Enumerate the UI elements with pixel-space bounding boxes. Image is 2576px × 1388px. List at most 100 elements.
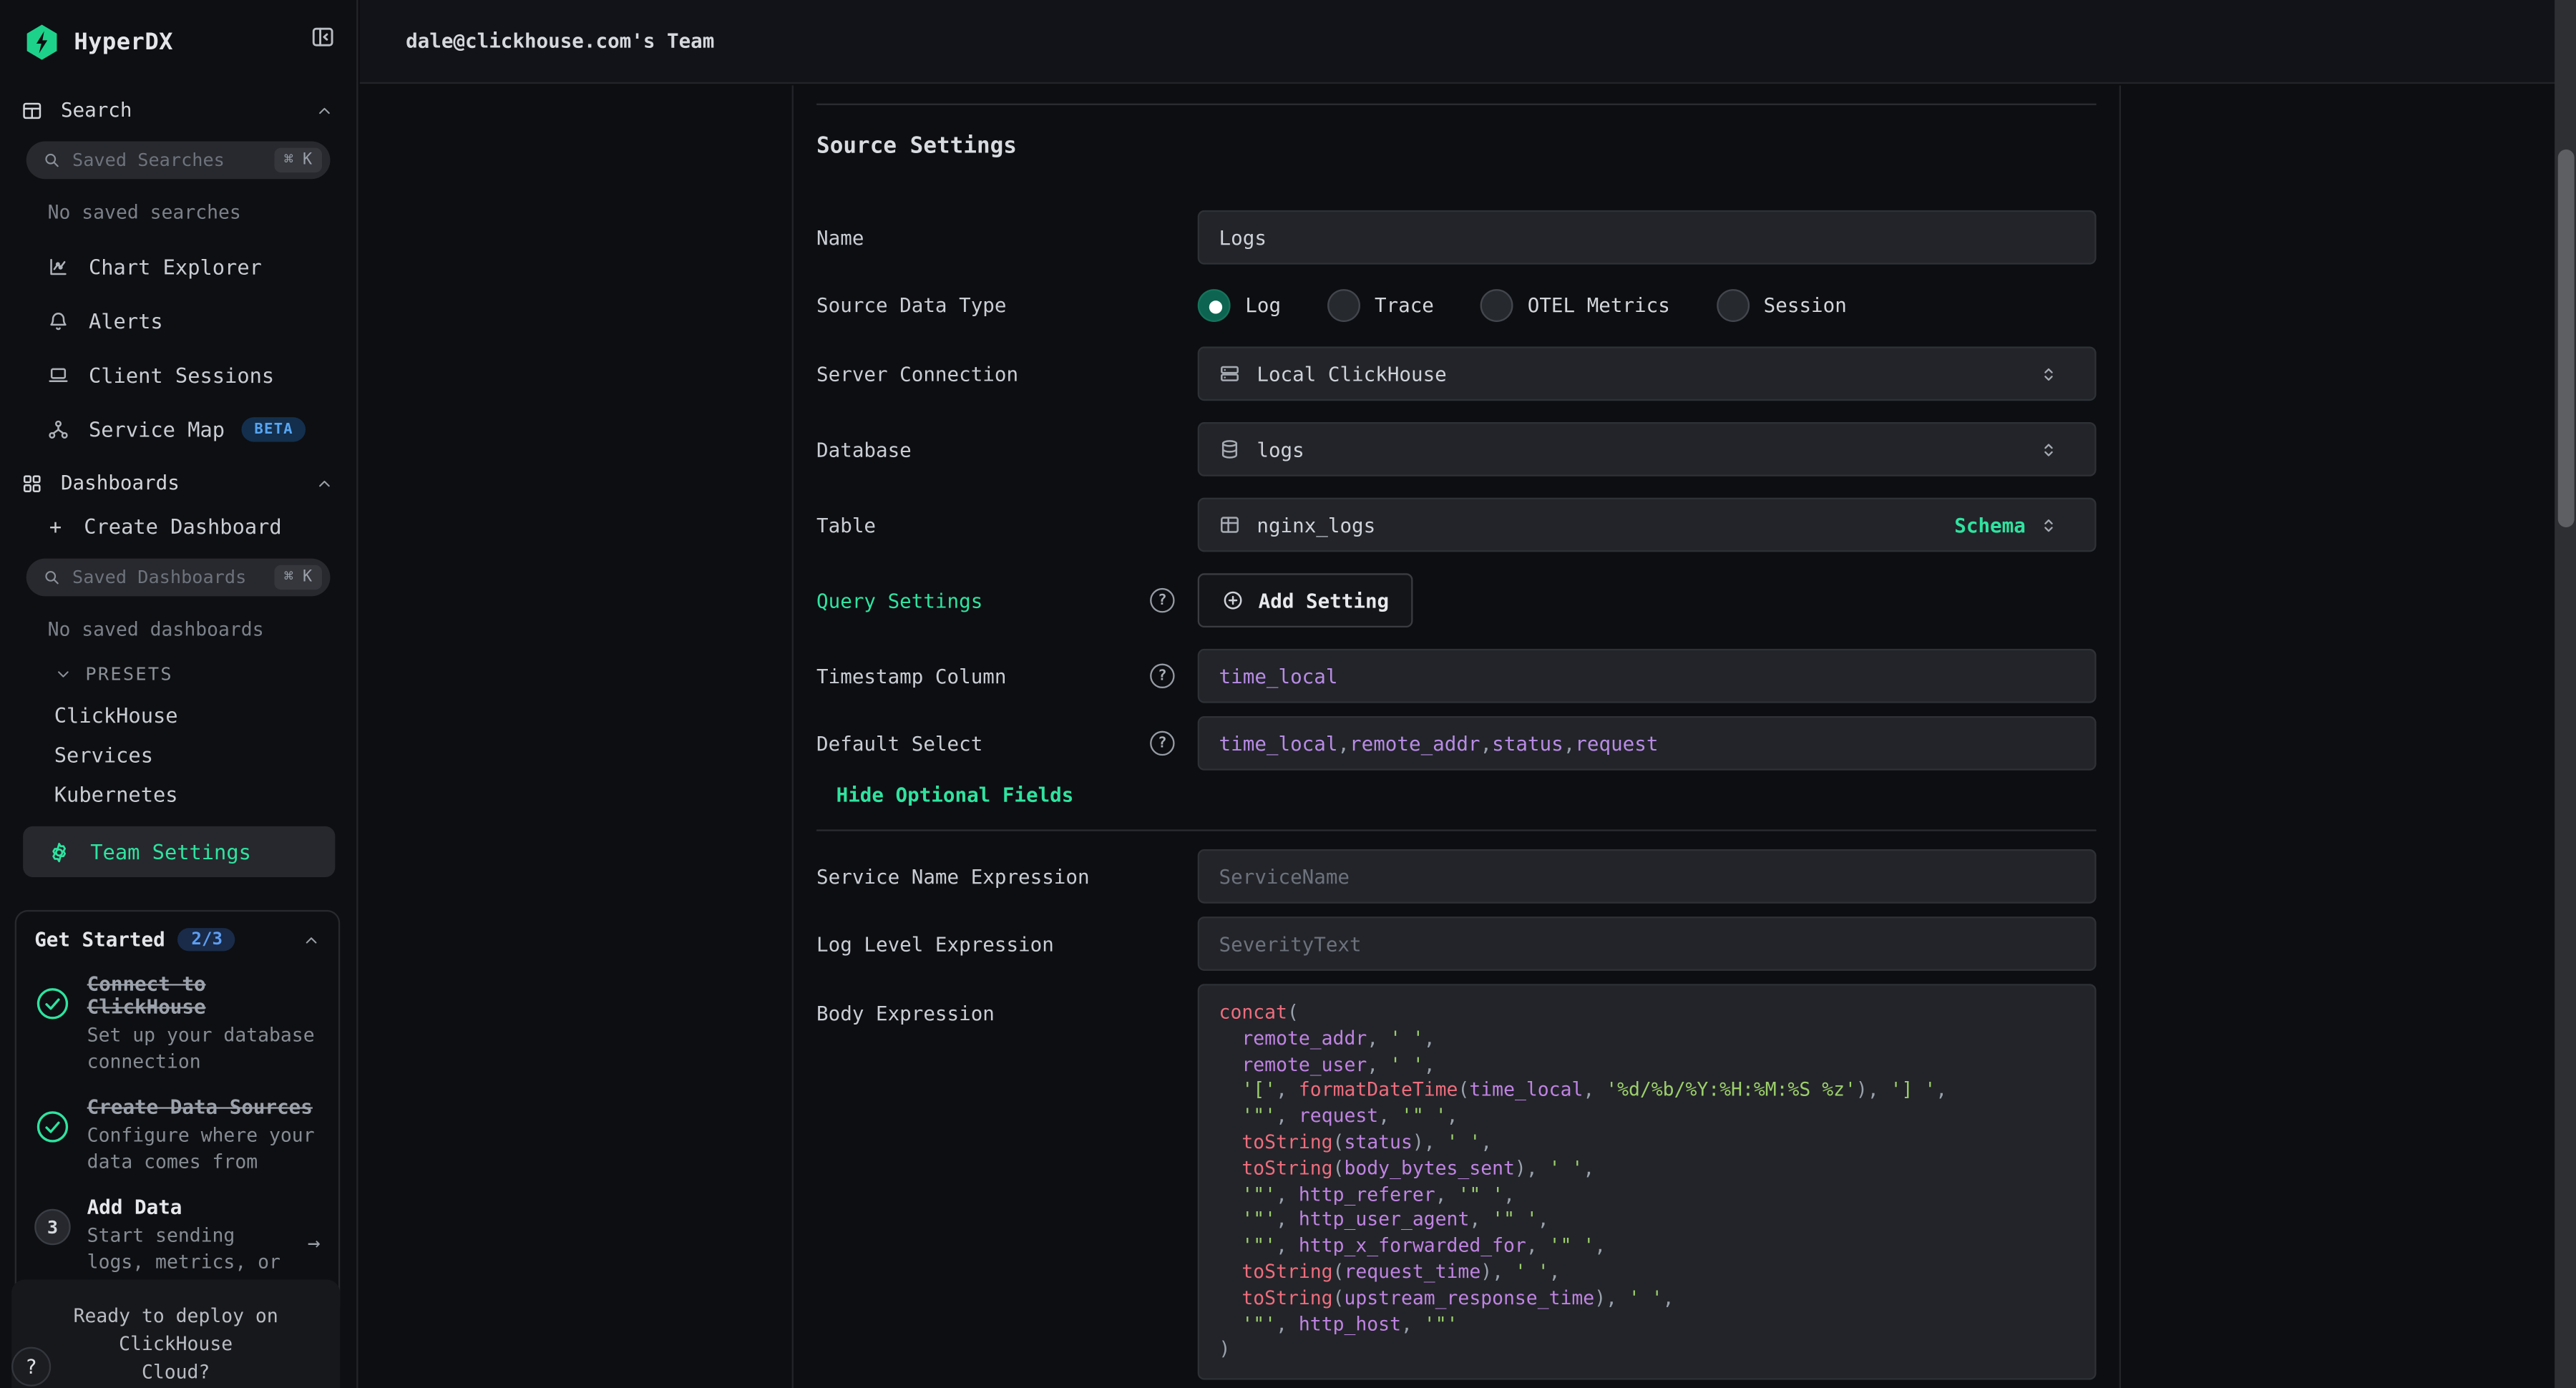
table-select[interactable]: nginx_logsSchema — [1198, 498, 2097, 552]
preset-item-clickhouse[interactable]: ClickHouse — [0, 695, 356, 734]
field-label-cell: Service Name Expression — [816, 865, 1198, 888]
radio-unselected[interactable] — [1480, 289, 1513, 322]
saved-dashboards-placeholder: Saved Dashboards — [72, 567, 274, 588]
form-row-body-expression: Body Expression concat( remote_addr, ' ',… — [816, 984, 2097, 1380]
code-content: concat( remote_addr, ' ', remote_user, '… — [1219, 1000, 2075, 1364]
sidebar-item-alerts[interactable]: Alerts — [0, 294, 356, 348]
saved-dashboards-input[interactable]: Saved Dashboards ⌘ K — [26, 559, 331, 597]
scrollbar-thumb[interactable] — [2557, 150, 2574, 527]
app-title: HyperDX — [74, 29, 173, 55]
progress-badge: 2/3 — [178, 928, 235, 951]
field-label: Source Data Type — [816, 294, 1175, 317]
page-title: Source Settings — [816, 133, 2097, 160]
chart-icon — [48, 256, 69, 278]
radio-unselected[interactable] — [1716, 289, 1749, 322]
field-label: Body Expression — [816, 1002, 1175, 1025]
radio-option-session[interactable]: Session — [1716, 289, 1847, 322]
cloud-cta-text-line2: Cloud? — [31, 1359, 321, 1387]
presets-header[interactable]: PRESETS — [54, 664, 356, 685]
source-settings-panel: Source Settings NameLogs Source Data Type… — [792, 85, 2121, 1388]
team-settings-label: Team Settings — [90, 839, 251, 864]
sidebar-item-service-map[interactable]: Service MapBETA — [0, 402, 356, 456]
sidebar-section-search[interactable]: Search — [21, 99, 333, 122]
plus-icon: + — [49, 514, 62, 539]
radio-label: OTEL Metrics — [1528, 294, 1670, 317]
saved-searches-input[interactable]: Saved Searches ⌘ K — [26, 141, 331, 179]
timestamp-column-input[interactable]: time_local — [1198, 649, 2097, 703]
database-select[interactable]: logs — [1198, 422, 2097, 476]
bell-icon — [48, 311, 69, 332]
create-dashboard-button[interactable]: + Create Dashboard — [49, 514, 356, 539]
chevron-up-icon — [316, 101, 333, 119]
radio-option-trace[interactable]: Trace — [1327, 289, 1434, 322]
body-expression-editor[interactable]: concat( remote_addr, ' ', remote_user, '… — [1198, 984, 2097, 1380]
default-select-input[interactable]: time_local, remote_addr, status, request — [1198, 716, 2097, 771]
field-label-cell: Log Level Expression — [816, 932, 1198, 955]
get-started-step-connect-to-clickhouse[interactable]: Connect to ClickHouseSet up your databas… — [34, 972, 320, 1074]
step-text: Create Data SourcesConfigure where your … — [87, 1095, 321, 1174]
field-control: time_local — [1198, 649, 2097, 703]
preset-label: ClickHouse — [54, 702, 178, 726]
preset-item-services[interactable]: Services — [0, 734, 356, 773]
step-title: Create Data Sources — [87, 1095, 321, 1118]
get-started-header[interactable]: Get Started 2/3 — [34, 928, 320, 951]
field-control: time_local, remote_addr, status, request — [1198, 716, 2097, 771]
field-label: Timestamp Column — [816, 665, 1150, 688]
sidebar-item-client-sessions[interactable]: Client Sessions — [0, 348, 356, 403]
sidebar-item-chart-explorer[interactable]: Chart Explorer — [0, 240, 356, 294]
sidebar-section-dashboards[interactable]: Dashboards — [21, 471, 333, 494]
radio-label: Session — [1764, 294, 1847, 317]
log-level-expression-input[interactable]: SeverityText — [1198, 917, 2097, 971]
get-started-card: Get Started 2/3 Connect to ClickHouseSet… — [15, 910, 341, 1319]
form-row-database: Databaselogs — [816, 422, 2097, 476]
sidebar-item-team-settings[interactable]: Team Settings — [23, 826, 335, 877]
help-icon[interactable]: ? — [1150, 664, 1174, 688]
add-setting-button[interactable]: Add Setting — [1198, 573, 1414, 627]
get-started-step-create-data-sources[interactable]: Create Data SourcesConfigure where your … — [34, 1095, 320, 1174]
field-label-cell: Database — [816, 438, 1198, 461]
hide-optional-fields-link[interactable]: Hide Optional Fields — [836, 783, 2097, 806]
form-row-query-settings: Query Settings?Add Setting — [816, 573, 2097, 627]
field-control: Logs — [1198, 210, 2097, 265]
no-saved-searches-note: No saved searches — [48, 200, 357, 223]
field-label: Server Connection — [816, 362, 1175, 385]
help-icon[interactable]: ? — [1150, 588, 1174, 612]
select-value: nginx_logs — [1257, 513, 1954, 536]
field-label-cell: Source Data Type — [816, 294, 1198, 317]
laptop-icon — [48, 365, 69, 386]
form-row-service-name-expression: Service Name ExpressionServiceName — [816, 849, 2097, 904]
help-button[interactable]: ? — [11, 1347, 51, 1387]
grid-icon — [21, 472, 43, 494]
field-label: Table — [816, 513, 1175, 536]
radio-unselected[interactable] — [1327, 289, 1360, 322]
help-icon[interactable]: ? — [1150, 731, 1174, 756]
field-label-cell: Server Connection — [816, 362, 1198, 385]
saved-searches-kbd: ⌘ K — [274, 148, 322, 172]
sidebar-collapse-button[interactable] — [311, 24, 335, 49]
panel-top-rule — [816, 104, 2097, 105]
preset-item-kubernetes[interactable]: Kubernetes — [0, 773, 356, 813]
scrollbar-track[interactable] — [2555, 0, 2576, 1388]
field-label-cell: Body Expression — [816, 984, 1198, 1025]
radio-option-log[interactable]: Log — [1198, 289, 1281, 322]
team-title: dale@clickhouse.com's Team — [406, 29, 714, 52]
no-saved-dashboards-note: No saved dashboards — [48, 617, 357, 640]
step-title: Add Data — [87, 1196, 321, 1218]
radio-selected[interactable] — [1198, 289, 1231, 322]
radio-option-otel-metrics[interactable]: OTEL Metrics — [1480, 289, 1670, 322]
field-control: Log Trace OTEL Metrics Session — [1198, 285, 2097, 325]
schema-button[interactable]: Schema — [1954, 513, 2026, 536]
form-row-name: NameLogs — [816, 210, 2097, 265]
server-icon — [1219, 363, 1241, 384]
name-input[interactable]: Logs — [1198, 210, 2097, 265]
form-row-timestamp-column: Timestamp Column? time_local — [816, 649, 2097, 703]
service-name-expression-input[interactable]: ServiceName — [1198, 849, 2097, 904]
server-connection-select[interactable]: Local ClickHouse — [1198, 346, 2097, 401]
sidebar-item-label: Alerts — [89, 309, 163, 333]
step-description: Set up your database connection — [87, 1022, 321, 1074]
field-label: Query Settings — [816, 589, 1150, 612]
gear-icon — [48, 840, 71, 863]
field-control: SeverityText — [1198, 917, 2097, 971]
step-status-icon: 3 — [34, 1209, 71, 1246]
field-label-cell: Query Settings? — [816, 588, 1198, 612]
